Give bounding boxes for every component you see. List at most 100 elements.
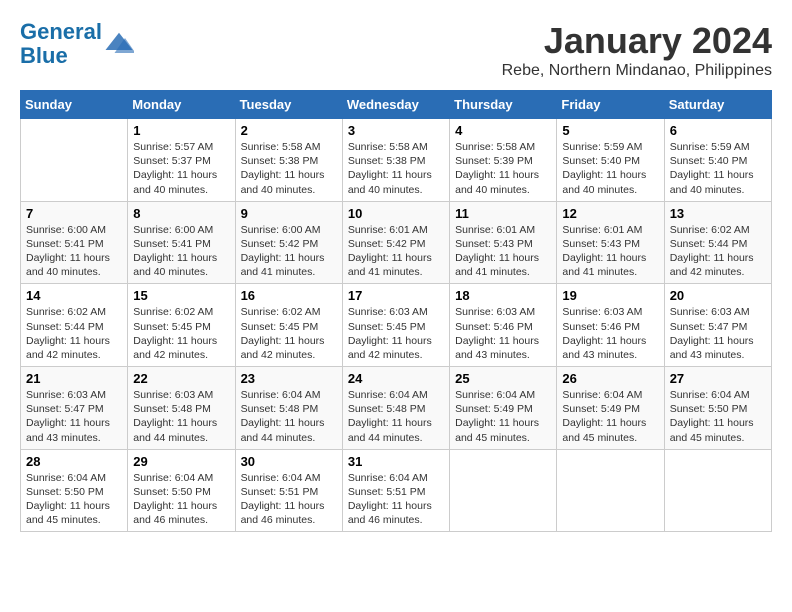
calendar-cell: [21, 119, 128, 202]
day-number: 26: [562, 371, 658, 386]
calendar-cell: 7 Sunrise: 6:00 AMSunset: 5:41 PMDaylight…: [21, 201, 128, 284]
calendar-cell: 11 Sunrise: 6:01 AMSunset: 5:43 PMDayligh…: [450, 201, 557, 284]
day-number: 2: [241, 123, 337, 138]
day-info: Sunrise: 6:03 AMSunset: 5:46 PMDaylight:…: [562, 305, 658, 362]
column-header-friday: Friday: [557, 91, 664, 119]
calendar-cell: 5Sunrise: 5:59 AMSunset: 5:40 PMDaylight…: [557, 119, 664, 202]
calendar-cell: 26Sunrise: 6:04 AMSunset: 5:49 PMDayligh…: [557, 367, 664, 450]
calendar-week-row: 21 Sunrise: 6:03 AMSunset: 5:47 PMDayligh…: [21, 367, 772, 450]
day-info: Sunrise: 6:02 AMSunset: 5:44 PMDaylight:…: [670, 223, 766, 280]
calendar-cell: 29 Sunrise: 6:04 AMSunset: 5:50 PMDayligh…: [128, 449, 235, 532]
day-number: 12: [562, 206, 658, 221]
calendar-cell: [664, 449, 771, 532]
calendar-cell: 2 Sunrise: 5:58 AMSunset: 5:38 PMDaylight…: [235, 119, 342, 202]
day-number: 30: [241, 454, 337, 469]
calendar-cell: 22Sunrise: 6:03 AMSunset: 5:48 PMDayligh…: [128, 367, 235, 450]
calendar-cell: 1 Sunrise: 5:57 AMSunset: 5:37 PMDaylight…: [128, 119, 235, 202]
day-number: 9: [241, 206, 337, 221]
calendar-week-row: 1 Sunrise: 5:57 AMSunset: 5:37 PMDaylight…: [21, 119, 772, 202]
calendar-cell: 6Sunrise: 5:59 AMSunset: 5:40 PMDaylight…: [664, 119, 771, 202]
calendar-cell: 19 Sunrise: 6:03 AMSunset: 5:46 PMDayligh…: [557, 284, 664, 367]
day-info: Sunrise: 6:01 AMSunset: 5:43 PMDaylight:…: [455, 223, 551, 280]
logo: GeneralBlue: [20, 20, 134, 68]
calendar-week-row: 14 Sunrise: 6:02 AMSunset: 5:44 PMDayligh…: [21, 284, 772, 367]
day-info: Sunrise: 6:01 AMSunset: 5:43 PMDaylight:…: [562, 223, 658, 280]
calendar-cell: 24 Sunrise: 6:04 AMSunset: 5:48 PMDayligh…: [342, 367, 449, 450]
calendar-cell: 27Sunrise: 6:04 AMSunset: 5:50 PMDayligh…: [664, 367, 771, 450]
calendar-table: SundayMondayTuesdayWednesdayThursdayFrid…: [20, 90, 772, 532]
day-number: 15: [133, 288, 229, 303]
day-info: Sunrise: 5:59 AMSunset: 5:40 PMDaylight:…: [670, 140, 766, 197]
day-info: Sunrise: 6:04 AMSunset: 5:49 PMDaylight:…: [455, 388, 551, 445]
calendar-cell: 3 Sunrise: 5:58 AMSunset: 5:38 PMDaylight…: [342, 119, 449, 202]
calendar-week-row: 28 Sunrise: 6:04 AMSunset: 5:50 PMDayligh…: [21, 449, 772, 532]
day-info: Sunrise: 6:04 AMSunset: 5:50 PMDaylight:…: [26, 471, 122, 528]
day-info: Sunrise: 5:57 AMSunset: 5:37 PMDaylight:…: [133, 140, 229, 197]
day-number: 7: [26, 206, 122, 221]
calendar-cell: 18 Sunrise: 6:03 AMSunset: 5:46 PMDayligh…: [450, 284, 557, 367]
day-info: Sunrise: 6:03 AMSunset: 5:47 PMDaylight:…: [26, 388, 122, 445]
day-info: Sunrise: 6:00 AMSunset: 5:41 PMDaylight:…: [26, 223, 122, 280]
day-info: Sunrise: 6:03 AMSunset: 5:45 PMDaylight:…: [348, 305, 444, 362]
day-info: Sunrise: 6:04 AMSunset: 5:51 PMDaylight:…: [348, 471, 444, 528]
calendar-cell: 16 Sunrise: 6:02 AMSunset: 5:45 PMDayligh…: [235, 284, 342, 367]
day-number: 29: [133, 454, 229, 469]
day-number: 10: [348, 206, 444, 221]
day-info: Sunrise: 5:58 AMSunset: 5:38 PMDaylight:…: [241, 140, 337, 197]
day-info: Sunrise: 6:03 AMSunset: 5:47 PMDaylight:…: [670, 305, 766, 362]
column-header-saturday: Saturday: [664, 91, 771, 119]
day-number: 17: [348, 288, 444, 303]
calendar-cell: 31Sunrise: 6:04 AMSunset: 5:51 PMDayligh…: [342, 449, 449, 532]
day-info: Sunrise: 6:04 AMSunset: 5:48 PMDaylight:…: [241, 388, 337, 445]
day-info: Sunrise: 5:58 AMSunset: 5:38 PMDaylight:…: [348, 140, 444, 197]
day-info: Sunrise: 5:58 AMSunset: 5:39 PMDaylight:…: [455, 140, 551, 197]
day-info: Sunrise: 6:04 AMSunset: 5:48 PMDaylight:…: [348, 388, 444, 445]
calendar-cell: [557, 449, 664, 532]
calendar-cell: 12 Sunrise: 6:01 AMSunset: 5:43 PMDayligh…: [557, 201, 664, 284]
day-info: Sunrise: 6:02 AMSunset: 5:44 PMDaylight:…: [26, 305, 122, 362]
day-number: 3: [348, 123, 444, 138]
day-number: 16: [241, 288, 337, 303]
day-number: 27: [670, 371, 766, 386]
logo-icon: [104, 29, 134, 59]
calendar-week-row: 7 Sunrise: 6:00 AMSunset: 5:41 PMDaylight…: [21, 201, 772, 284]
calendar-cell: 23 Sunrise: 6:04 AMSunset: 5:48 PMDayligh…: [235, 367, 342, 450]
day-number: 24: [348, 371, 444, 386]
column-header-sunday: Sunday: [21, 91, 128, 119]
day-number: 23: [241, 371, 337, 386]
day-number: 1: [133, 123, 229, 138]
column-header-wednesday: Wednesday: [342, 91, 449, 119]
day-number: 18: [455, 288, 551, 303]
month-title: January 2024: [502, 20, 772, 62]
day-info: Sunrise: 6:04 AMSunset: 5:50 PMDaylight:…: [133, 471, 229, 528]
day-number: 25: [455, 371, 551, 386]
day-info: Sunrise: 6:02 AMSunset: 5:45 PMDaylight:…: [241, 305, 337, 362]
day-info: Sunrise: 6:00 AMSunset: 5:42 PMDaylight:…: [241, 223, 337, 280]
column-header-thursday: Thursday: [450, 91, 557, 119]
calendar-cell: 14 Sunrise: 6:02 AMSunset: 5:44 PMDayligh…: [21, 284, 128, 367]
day-number: 4: [455, 123, 551, 138]
day-info: Sunrise: 6:03 AMSunset: 5:48 PMDaylight:…: [133, 388, 229, 445]
column-header-monday: Monday: [128, 91, 235, 119]
day-info: Sunrise: 6:00 AMSunset: 5:41 PMDaylight:…: [133, 223, 229, 280]
day-info: Sunrise: 6:02 AMSunset: 5:45 PMDaylight:…: [133, 305, 229, 362]
calendar-cell: 9 Sunrise: 6:00 AMSunset: 5:42 PMDaylight…: [235, 201, 342, 284]
calendar-cell: [450, 449, 557, 532]
day-number: 28: [26, 454, 122, 469]
day-info: Sunrise: 5:59 AMSunset: 5:40 PMDaylight:…: [562, 140, 658, 197]
day-info: Sunrise: 6:04 AMSunset: 5:51 PMDaylight:…: [241, 471, 337, 528]
logo-text: GeneralBlue: [20, 20, 102, 68]
column-header-tuesday: Tuesday: [235, 91, 342, 119]
calendar-cell: 20 Sunrise: 6:03 AMSunset: 5:47 PMDayligh…: [664, 284, 771, 367]
day-number: 14: [26, 288, 122, 303]
day-number: 11: [455, 206, 551, 221]
calendar-cell: 13Sunrise: 6:02 AMSunset: 5:44 PMDayligh…: [664, 201, 771, 284]
day-info: Sunrise: 6:03 AMSunset: 5:46 PMDaylight:…: [455, 305, 551, 362]
day-number: 8: [133, 206, 229, 221]
day-number: 20: [670, 288, 766, 303]
page-header: GeneralBlue January 2024 Rebe, Northern …: [20, 20, 772, 80]
calendar-cell: 4 Sunrise: 5:58 AMSunset: 5:39 PMDaylight…: [450, 119, 557, 202]
day-number: 19: [562, 288, 658, 303]
calendar-cell: 21 Sunrise: 6:03 AMSunset: 5:47 PMDayligh…: [21, 367, 128, 450]
day-number: 21: [26, 371, 122, 386]
